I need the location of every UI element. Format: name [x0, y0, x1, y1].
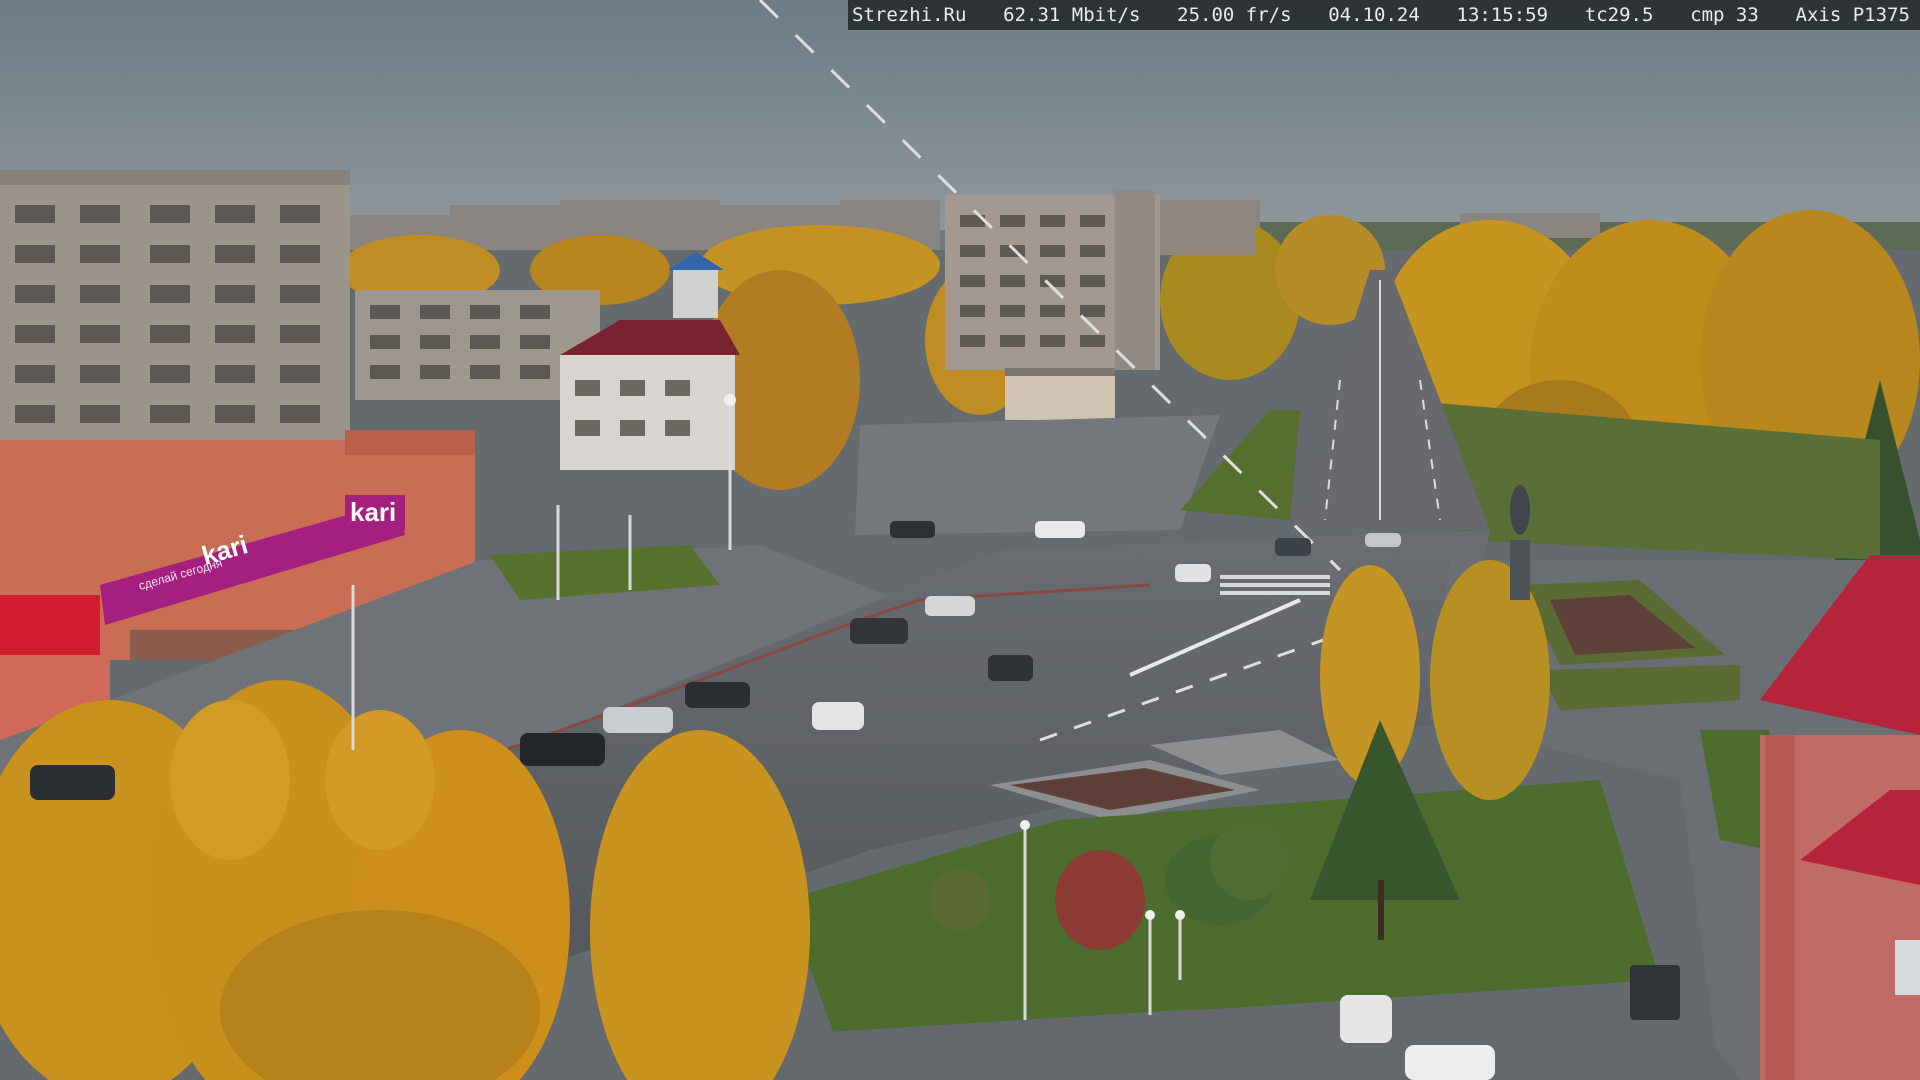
- camera-info-overlay: Strezhi.Ru 62.31 Mbit/s 25.00 fr/s 04.10…: [848, 0, 1920, 30]
- overlay-camera: Axis P1375: [1795, 4, 1910, 26]
- small-pavilion: [1005, 372, 1115, 420]
- overlay-date: 04.10.24: [1328, 4, 1420, 26]
- foreground-trees: [0, 680, 810, 1080]
- overlay-tc: tc29.5: [1584, 4, 1654, 26]
- overlay-framerate: 25.00 fr/s: [1177, 4, 1292, 26]
- kari-logo: kari: [350, 497, 396, 527]
- red-roof-building: [560, 320, 740, 470]
- overlay-cmp: cmp 33: [1690, 4, 1759, 26]
- monument: [1510, 485, 1530, 600]
- small-pavilion-roof: [1005, 368, 1115, 376]
- webcam-frame: kari kari сделай сегодня Strezhi.Ru 62.3…: [0, 0, 1920, 1080]
- plaza: [855, 415, 1220, 535]
- crosswalk: [1220, 575, 1330, 595]
- city-scene: kari kari сделай сегодня: [0, 0, 1920, 1080]
- overlay-bitrate: 62.31 Mbit/s: [1003, 4, 1141, 26]
- overlay-site: Strezhi.Ru: [852, 4, 967, 26]
- overlay-time: 13:15:59: [1456, 4, 1549, 26]
